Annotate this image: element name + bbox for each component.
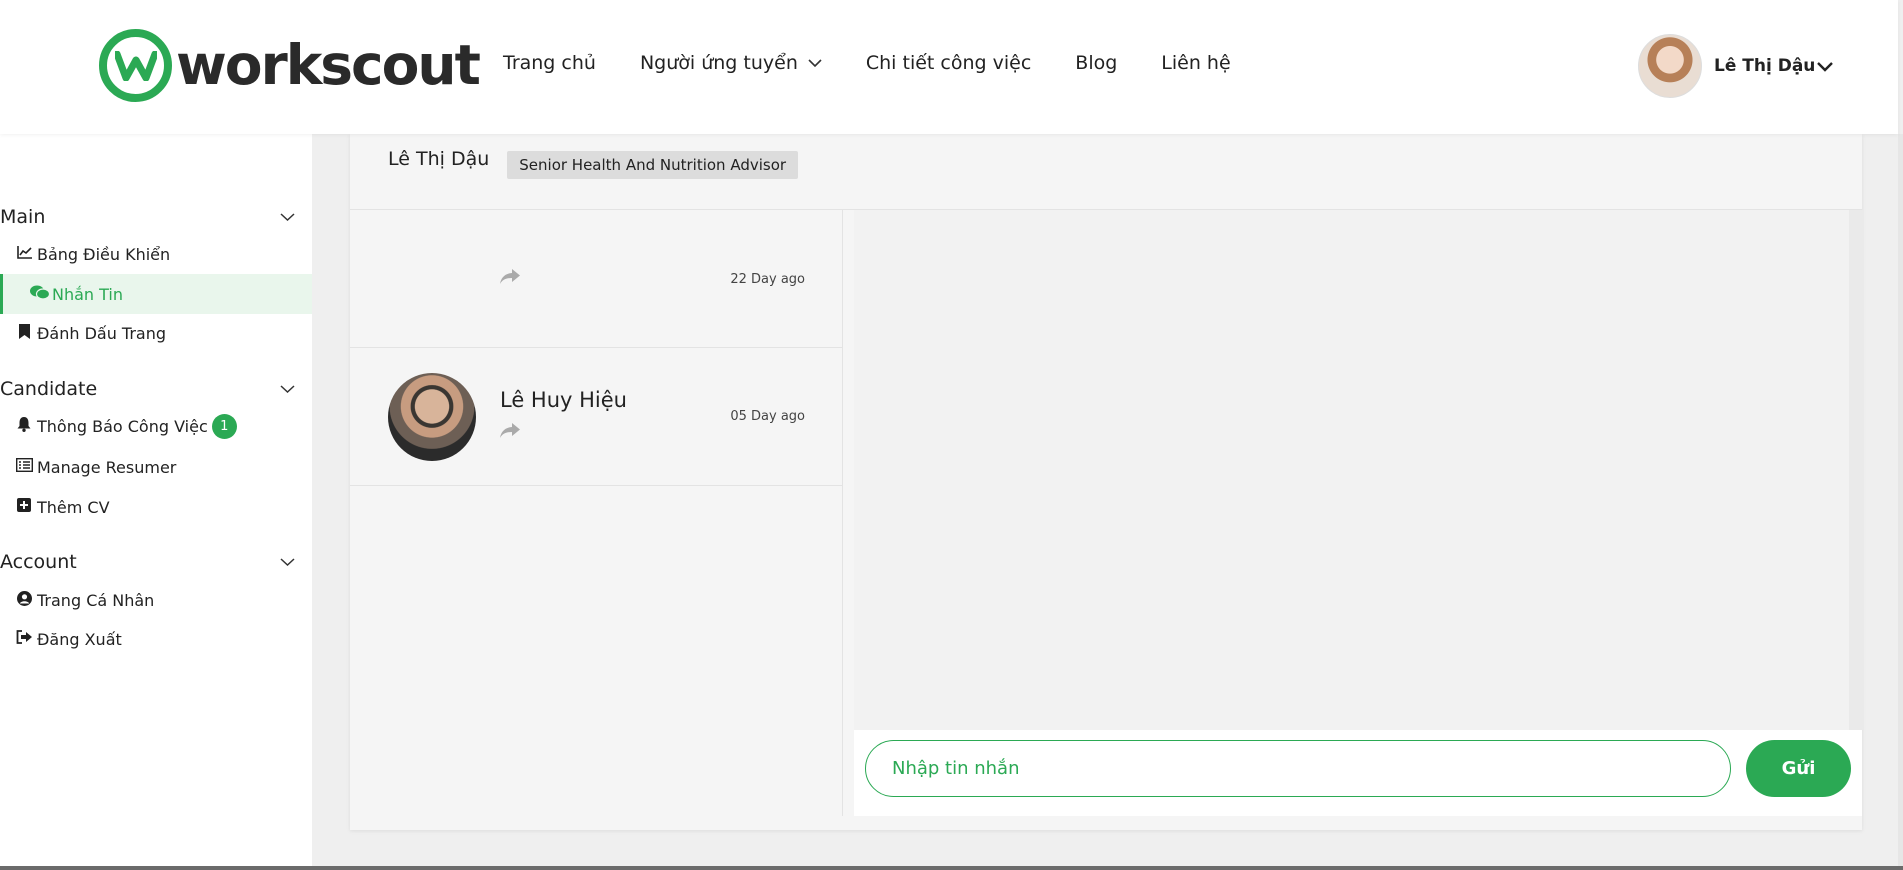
plus-square-icon	[15, 498, 33, 516]
conversation-item[interactable]: Lê Huy Hiệu 05 Day ago	[350, 348, 843, 486]
nav-blog[interactable]: Blog	[1075, 52, 1117, 74]
list-icon	[15, 457, 33, 476]
notification-badge: 1	[211, 413, 237, 439]
sidebar-item-label: Thông Báo Công Việc	[37, 416, 208, 436]
bell-icon	[15, 416, 33, 436]
chevron-down-icon	[280, 213, 295, 222]
sidebar-item-dashboard[interactable]: Bảng Điều Khiển	[0, 234, 312, 274]
chevron-down-icon	[1817, 61, 1834, 72]
sidebar-group-main[interactable]: Main	[0, 206, 295, 228]
share-icon	[500, 268, 520, 289]
job-title-tag: Senior Health And Nutrition Advisor	[507, 151, 799, 179]
chat-contact-name: Lê Thị Dậu	[388, 148, 490, 170]
share-icon	[500, 422, 520, 443]
nav-candidates-label: Người ứng tuyển	[639, 52, 798, 74]
sidebar-item-bookmarks[interactable]: Đánh Dấu Trang	[0, 313, 312, 353]
nav-home-label: Trang chủ	[503, 52, 596, 74]
conversation-list: 22 Day ago Lê Huy Hiệu 05 Day ago	[350, 210, 843, 816]
sidebar-item-add-cv[interactable]: Thêm CV	[0, 487, 312, 527]
main-nav: Trang chủ Người ứng tuyển Chi tiết công …	[503, 52, 1275, 74]
logo-text: workscout	[176, 33, 481, 97]
sidebar-item-label: Nhắn Tin	[52, 284, 124, 304]
sidebar-item-label: Trang Cá Nhân	[37, 590, 155, 610]
chevron-down-icon	[280, 558, 295, 567]
user-avatar	[1638, 34, 1702, 98]
sidebar-item-label: Bảng Điều Khiển	[37, 244, 171, 264]
top-header: workscout Trang chủ Người ứng tuyển Chi …	[0, 0, 1898, 134]
message-input[interactable]	[865, 740, 1731, 797]
sidebar-group-account[interactable]: Account	[0, 551, 295, 573]
message-composer: Gửi	[854, 730, 1862, 816]
nav-home[interactable]: Trang chủ	[503, 52, 596, 74]
chevron-down-icon	[808, 59, 822, 68]
sidebar-item-label: Thêm CV	[37, 497, 110, 517]
window-bottom-edge	[0, 866, 1903, 870]
sidebar-group-title: Candidate	[0, 378, 98, 400]
conversation-time: 05 Day ago	[730, 409, 805, 424]
sidebar-item-label: Đăng Xuất	[37, 629, 122, 649]
sidebar-item-logout[interactable]: Đăng Xuất	[0, 619, 312, 659]
comments-icon	[30, 285, 51, 304]
avatar	[388, 373, 476, 461]
chevron-down-icon	[280, 385, 295, 394]
bookmark-icon	[15, 323, 33, 343]
sidebar-group-title: Main	[0, 206, 46, 228]
sidebar-item-label: Manage Resumer	[37, 457, 177, 477]
sidebar-group-candidate[interactable]: Candidate	[0, 378, 295, 400]
chat-header: Lê Thị Dậu Senior Health And Nutrition A…	[350, 134, 1862, 210]
logo-mark-icon	[99, 29, 172, 102]
sidebar-item-label: Đánh Dấu Trang	[37, 323, 167, 343]
conversation-name: Lê Huy Hiệu	[500, 388, 627, 412]
conversation-item[interactable]: 22 Day ago	[350, 210, 843, 348]
message-thread	[854, 210, 1863, 730]
nav-blog-label: Blog	[1075, 52, 1118, 74]
sidebar-item-messages[interactable]: Nhắn Tin	[0, 274, 312, 314]
messages-panel: Lê Thị Dậu Senior Health And Nutrition A…	[350, 134, 1863, 830]
nav-contact-label: Liên hệ	[1161, 52, 1231, 74]
sidebar: Main Bảng Điều Khiển Nhắn Tin Đánh Dấu T…	[0, 134, 312, 870]
chart-line-icon	[15, 245, 33, 263]
sidebar-item-manage-resume[interactable]: Manage Resumer	[0, 447, 312, 487]
nav-job-detail[interactable]: Chi tiết công việc	[866, 52, 1031, 74]
user-menu[interactable]: Lê Thị Dậu	[1638, 34, 1834, 98]
sign-out-icon	[15, 630, 33, 648]
sidebar-group-title: Account	[0, 551, 77, 573]
w-letter-icon	[114, 50, 157, 81]
page-scrollbar[interactable]	[1898, 134, 1903, 870]
user-name: Lê Thị Dậu	[1714, 56, 1816, 76]
conversation-time: 22 Day ago	[730, 272, 805, 287]
nav-candidates[interactable]: Người ứng tuyển	[640, 52, 822, 74]
send-button[interactable]: Gửi	[1746, 740, 1851, 797]
logo[interactable]: workscout	[99, 29, 481, 102]
nav-job-detail-label: Chi tiết công việc	[865, 52, 1032, 74]
user-circle-icon	[15, 590, 33, 610]
nav-contact[interactable]: Liên hệ	[1161, 52, 1230, 74]
sidebar-item-job-alerts[interactable]: Thông Báo Công Việc 1	[0, 406, 312, 446]
sidebar-item-profile[interactable]: Trang Cá Nhân	[0, 580, 312, 620]
